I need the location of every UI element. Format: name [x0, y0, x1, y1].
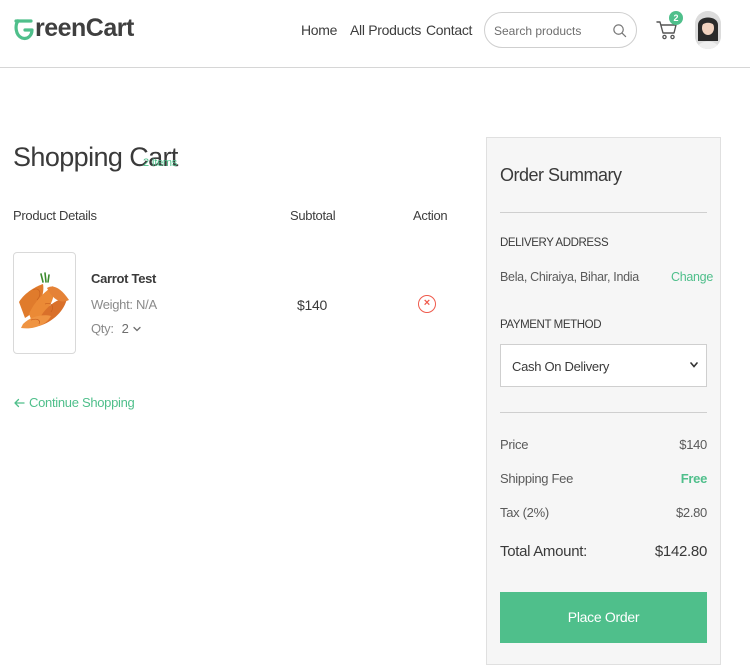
chevron-down-icon[interactable] — [132, 326, 141, 332]
column-header-product: Product Details — [13, 208, 97, 223]
product-image[interactable] — [13, 252, 76, 354]
quantity-selector[interactable]: Qty: 2 — [91, 321, 141, 336]
payment-method-value: Cash On Delivery — [512, 359, 610, 374]
total-value: $142.80 — [654, 543, 707, 560]
nav-contact-link[interactable]: Contact — [426, 22, 472, 38]
price-row: Price $140 — [500, 437, 707, 452]
continue-shopping-label: Continue Shopping — [29, 395, 135, 410]
logo-text: reenCart — [35, 14, 134, 42]
product-subtotal: $140 — [297, 297, 327, 313]
tax-row: Tax (2%) $2.80 — [500, 505, 707, 520]
arrow-left-icon — [14, 398, 25, 407]
header: reenCart Home All Products Contact 2 — [0, 0, 750, 68]
logo[interactable]: reenCart — [14, 14, 134, 43]
cart-count-badge: 2 — [669, 11, 683, 25]
order-summary-title: Order Summary — [500, 165, 622, 185]
divider — [500, 212, 707, 213]
items-count: 2 Items — [143, 157, 177, 169]
change-address-button[interactable]: Change — [671, 270, 713, 284]
price-label: Price — [500, 437, 529, 452]
tax-value: $2.80 — [675, 505, 707, 520]
search-icon[interactable] — [612, 23, 627, 38]
chevron-down-icon — [690, 362, 698, 368]
logo-g-icon — [14, 18, 34, 40]
tax-label: Tax (2%) — [500, 505, 549, 520]
price-value: $140 — [679, 437, 707, 452]
qty-label: Qty: — [91, 321, 114, 336]
total-label: Total Amount: — [500, 543, 587, 560]
payment-method-select[interactable]: Cash On Delivery — [500, 344, 707, 387]
shipping-row: Shipping Fee Free — [500, 471, 707, 486]
avatar[interactable] — [695, 11, 721, 49]
shipping-value: Free — [680, 471, 708, 486]
column-header-action: Action — [413, 208, 448, 223]
delivery-address: Bela, Chiraiya, Bihar, India — [500, 270, 639, 284]
column-header-subtotal: Subtotal — [290, 208, 336, 223]
remove-item-button[interactable]: × — [418, 295, 436, 313]
delivery-address-label: DELIVERY ADDRESS — [500, 237, 609, 249]
payment-method-label: PAYMENT METHOD — [500, 319, 602, 331]
close-icon: × — [423, 297, 431, 309]
user-avatar-icon — [695, 11, 721, 49]
continue-shopping-link[interactable]: Continue Shopping — [13, 395, 135, 410]
qty-value[interactable]: 2 — [122, 321, 129, 336]
search-box — [484, 12, 637, 48]
divider — [500, 412, 707, 413]
order-summary-panel: Order Summary DELIVERY ADDRESS Bela, Chi… — [486, 137, 721, 665]
product-weight: Weight: N/A — [91, 297, 157, 312]
place-order-button[interactable]: Place Order — [500, 592, 707, 643]
search-input[interactable] — [494, 22, 612, 40]
nav-home-link[interactable]: Home — [301, 22, 337, 38]
product-name[interactable]: Carrot Test — [91, 271, 156, 286]
carrot-image — [19, 272, 69, 329]
shipping-label: Shipping Fee — [500, 471, 574, 486]
total-row: Total Amount: $142.80 — [500, 543, 707, 560]
nav-all-products-link[interactable]: All Products — [350, 22, 421, 38]
